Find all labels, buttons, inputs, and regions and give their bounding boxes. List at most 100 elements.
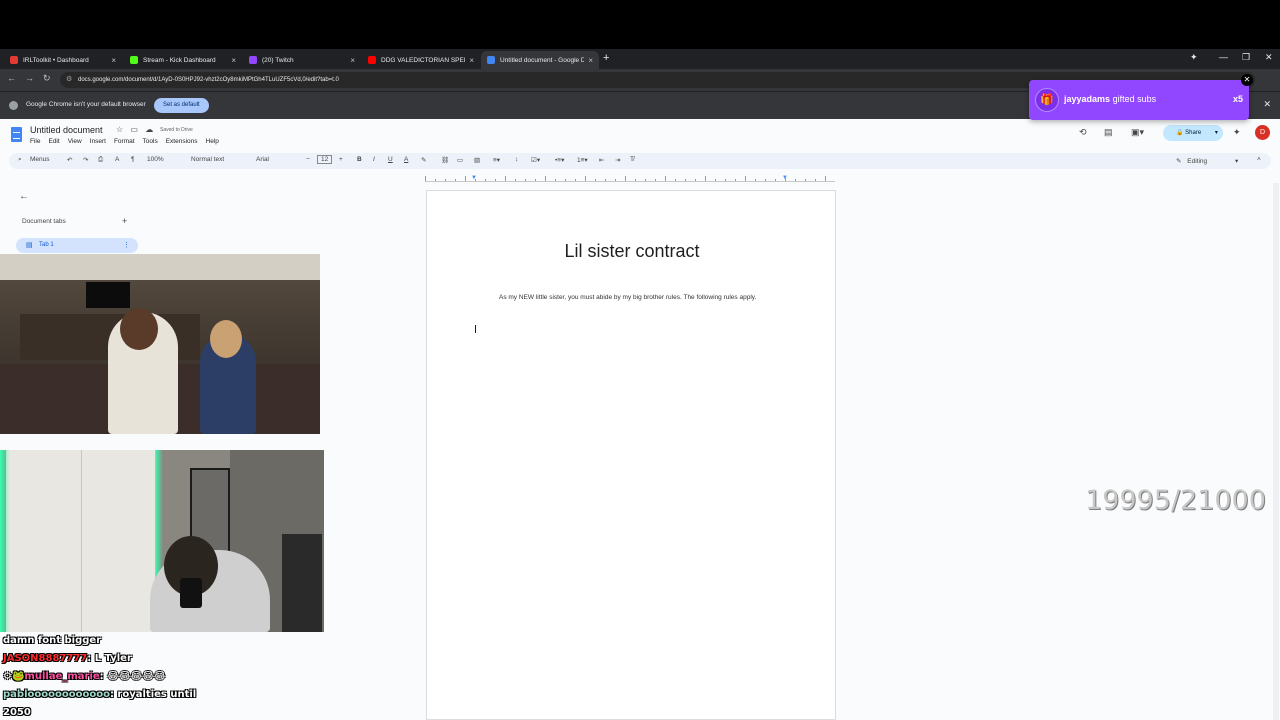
image-icon[interactable]: ▧ xyxy=(474,156,480,164)
document-paragraph[interactable]: As my NEW little sister, you must abide … xyxy=(475,293,785,304)
menu-insert[interactable]: Insert xyxy=(90,138,106,145)
close-icon[interactable]: ✕ xyxy=(1241,74,1253,86)
extensions-icon[interactable]: ✦ xyxy=(1190,52,1198,63)
document-title[interactable]: Untitled document xyxy=(30,125,103,135)
ruler-tick xyxy=(465,176,466,181)
bold-icon[interactable]: B xyxy=(357,156,362,163)
youtube-favicon xyxy=(368,56,376,64)
text-color-icon[interactable]: A xyxy=(404,156,408,163)
align-icon[interactable]: ≡▾ xyxy=(493,156,500,164)
ruler-tick xyxy=(525,179,526,181)
decrease-indent-icon[interactable]: ⇤ xyxy=(599,156,604,164)
highlight-icon[interactable]: ✎ xyxy=(421,156,426,164)
paint-format-icon[interactable]: ¶ xyxy=(131,156,135,163)
minimize-icon[interactable]: — xyxy=(1219,52,1228,62)
menu-edit[interactable]: Edit xyxy=(48,138,59,145)
menu-file[interactable]: File xyxy=(30,138,40,145)
undo-icon[interactable]: ↶ xyxy=(67,156,72,164)
menu-format[interactable]: Format xyxy=(114,138,135,145)
version-history-icon[interactable]: ⟲ xyxy=(1079,127,1087,138)
star-icon[interactable]: ☆ xyxy=(116,125,123,134)
avatar[interactable]: D xyxy=(1255,125,1270,140)
bulleted-list-icon[interactable]: •≡▾ xyxy=(555,156,564,164)
browser-tab-strip: IRLToolkit • Dashboard × Stream - Kick D… xyxy=(0,49,1280,69)
share-button[interactable]: 🔒 Share ▾ xyxy=(1163,125,1223,141)
spellcheck-icon[interactable]: A xyxy=(115,156,119,163)
ruler-tick xyxy=(805,179,806,181)
italic-icon[interactable]: I xyxy=(373,156,375,163)
chat-username: pabloooooooooooo xyxy=(3,689,110,700)
back-arrow-icon[interactable]: ← xyxy=(19,191,29,202)
chevron-down-icon[interactable]: ▾ xyxy=(1215,130,1218,136)
line-spacing-icon[interactable]: ↕ xyxy=(515,156,518,163)
menu-extensions[interactable]: Extensions xyxy=(166,138,198,145)
cloud-status-icon[interactable]: ☁ xyxy=(145,125,153,134)
zoom-select[interactable]: 100% xyxy=(147,156,164,163)
ruler-tick xyxy=(485,179,486,181)
menu-help[interactable]: Help xyxy=(206,138,219,145)
menus-button[interactable]: Menus xyxy=(30,156,50,163)
indent-marker-icon[interactable]: ▼ xyxy=(471,175,477,181)
clear-formatting-icon[interactable]: T̸ xyxy=(630,156,634,163)
search-icon[interactable]: ⌕ xyxy=(18,156,22,164)
menu-tools[interactable]: Tools xyxy=(143,138,158,145)
gemini-icon[interactable]: ✦ xyxy=(1233,127,1241,138)
ruler-tick xyxy=(555,179,556,181)
ruler-tick xyxy=(775,179,776,181)
style-select[interactable]: Normal text xyxy=(191,156,224,163)
close-icon[interactable]: × xyxy=(469,56,474,65)
infobar-close-icon[interactable]: ✕ xyxy=(1263,99,1271,110)
twitch-favicon xyxy=(249,56,257,64)
ruler-tick xyxy=(575,179,576,181)
ruler-tick xyxy=(535,179,536,181)
browser-tab-kick[interactable]: Stream - Kick Dashboard × xyxy=(124,51,242,69)
decrease-font-icon[interactable]: − xyxy=(306,156,310,163)
close-icon[interactable]: × xyxy=(231,56,236,65)
sub-goal-counter: 19995/21000 xyxy=(1085,485,1266,516)
badge-icon: ⚙🐸 xyxy=(3,671,25,682)
maximize-icon[interactable]: ❐ xyxy=(1242,52,1250,63)
browser-tab-irltoolkit[interactable]: IRLToolkit • Dashboard × xyxy=(4,51,122,69)
back-icon[interactable]: ← xyxy=(7,73,16,83)
sidebar-item-tab-1[interactable]: ▤ Tab 1 ⋮ xyxy=(16,238,138,253)
browser-tab-google-docs[interactable]: Untitled document - Google Do × xyxy=(481,51,599,69)
set-default-button[interactable]: Set as default xyxy=(154,98,209,113)
site-info-icon[interactable]: ⚙ xyxy=(66,72,72,88)
new-tab-icon[interactable]: + xyxy=(603,52,609,64)
redo-icon[interactable]: ↷ xyxy=(83,156,88,164)
window-close-icon[interactable]: ✕ xyxy=(1265,52,1273,63)
browser-tab-youtube[interactable]: DDG VALEDICTORIAN SPEECH × xyxy=(362,51,480,69)
meet-icon[interactable]: ▣▾ xyxy=(1131,127,1144,138)
url-text: docs.google.com/document/d/1AyD-0S0HPJ92… xyxy=(78,77,339,83)
close-icon[interactable]: × xyxy=(350,56,355,65)
font-size-input[interactable]: 12 xyxy=(317,155,333,164)
collapse-toolbar-icon[interactable]: ˄ xyxy=(1257,156,1261,163)
vertical-scrollbar[interactable] xyxy=(1273,183,1279,720)
document-page[interactable]: Lil sister contract As my NEW little sis… xyxy=(426,190,836,720)
increase-font-icon[interactable]: + xyxy=(339,156,343,163)
print-icon[interactable]: ⎙ xyxy=(98,156,103,164)
font-select[interactable]: Arial xyxy=(256,156,269,163)
move-folder-icon[interactable]: ▭ xyxy=(130,125,138,134)
checklist-icon[interactable]: ☑▾ xyxy=(531,156,540,164)
text-cursor xyxy=(475,325,476,333)
numbered-list-icon[interactable]: 1≡▾ xyxy=(577,156,588,164)
comments-icon[interactable]: ▤ xyxy=(1104,127,1113,138)
docs-logo-icon[interactable] xyxy=(11,127,22,142)
comment-icon[interactable]: ▭ xyxy=(457,156,463,164)
menu-view[interactable]: View xyxy=(68,138,82,145)
underline-icon[interactable]: U xyxy=(388,156,393,163)
reload-icon[interactable]: ↻ xyxy=(43,73,51,84)
increase-indent-icon[interactable]: ⇥ xyxy=(615,156,620,164)
close-icon[interactable]: × xyxy=(111,56,116,65)
more-options-icon[interactable]: ⋮ xyxy=(123,238,130,253)
browser-tab-twitch[interactable]: (20) Twitch × xyxy=(243,51,361,69)
editing-mode-select[interactable]: ✎ Editing ▾ xyxy=(1176,157,1238,165)
add-tab-icon[interactable]: + xyxy=(122,216,127,226)
ruler-tick xyxy=(475,179,476,181)
horizontal-ruler[interactable]: ▼ ▼ xyxy=(425,174,835,182)
document-heading[interactable]: Lil sister contract xyxy=(427,241,837,262)
close-icon[interactable]: × xyxy=(588,56,593,65)
forward-icon[interactable]: → xyxy=(25,73,34,83)
link-icon[interactable]: ⛓ xyxy=(441,156,449,164)
